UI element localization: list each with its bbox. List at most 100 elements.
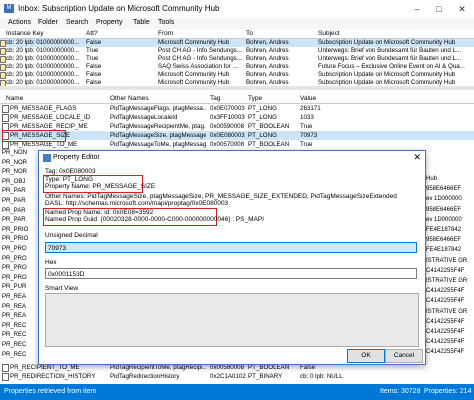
- property-name-partial: PR_PAR: [2, 188, 26, 195]
- cancel-button[interactable]: Cancel: [385, 349, 423, 363]
- property-cell-name: PR_REDIRECTION_HISTORY: [10, 373, 96, 380]
- property-editor-dialog: Property Editor ✕ Tag: 0x0E080003 Type: …: [38, 150, 426, 365]
- property-icon: [2, 364, 9, 372]
- property-name-partial: PR_REC: [2, 342, 27, 348]
- col-attachments[interactable]: Att?: [86, 30, 98, 37]
- property-name-partial: PR_NOR: [2, 159, 28, 166]
- dialog-close-icon[interactable]: ✕: [413, 152, 421, 163]
- tag-label: Tag: 0x0E080003: [45, 168, 96, 175]
- message-row[interactable]: cb: 20 lpb: 01000000000... False SAQ Swiss…: [0, 63, 474, 71]
- property-name-label: Property Name: PR_MESSAGE_SIZE: [45, 183, 156, 190]
- property-value-partial: FE4E187842: [426, 227, 462, 233]
- property-row[interactable]: PR_MESSAGE_LOCALE_ID PidTagMessageLocaleI…: [0, 113, 474, 122]
- status-text: Properties retrieved from item: [4, 388, 97, 395]
- unsigned-decimal-label: Unsigned Decimal: [45, 232, 98, 239]
- window-title: Inbox: Subscription Update on Microsoft …: [18, 4, 220, 13]
- col-from[interactable]: From: [158, 30, 173, 37]
- dialog-icon: [43, 154, 51, 162]
- property-cell-tag: 0x00590008: [210, 123, 245, 130]
- property-value-partial: C4142255F4F: [426, 329, 465, 335]
- smart-view-label: Smart View: [45, 285, 79, 292]
- message-cell-att: False: [86, 79, 102, 86]
- property-value-partial: FE4E187842: [426, 247, 462, 254]
- message-cell-to: Bohren, Andres: [246, 63, 289, 70]
- col-name[interactable]: Name: [6, 95, 23, 102]
- property-cell-value: 1033: [300, 114, 314, 121]
- property-row[interactable]: PR_MESSAGE_SIZE PidTagMessageSize, ptagMe…: [0, 131, 474, 140]
- col-other-names[interactable]: Other Names: [110, 95, 149, 102]
- maximize-icon[interactable]: □: [428, 0, 450, 18]
- close-icon[interactable]: ✕: [451, 0, 473, 18]
- menu-search[interactable]: Search: [66, 19, 88, 26]
- message-cell-to: Bohren, Andres: [246, 55, 289, 62]
- col-instance-key[interactable]: Instance Key: [6, 30, 44, 37]
- property-name-partial: PR_REC: [2, 351, 27, 358]
- message-cell-key: cb: 20 lpb: 01000000000...: [6, 63, 80, 70]
- col-value[interactable]: Value: [300, 95, 316, 102]
- property-value-partial: C4142255F4F: [426, 298, 465, 305]
- messages-list: cb: 20 lpb: 01000000000... False Microsoft…: [0, 39, 474, 87]
- property-cell-other: PidTagMessageSize, ptagMessage...: [110, 132, 206, 139]
- message-cell-from: Post CH AG - Info Sendungs...: [158, 47, 242, 54]
- property-icon: [2, 105, 9, 113]
- message-cell-att: False: [86, 71, 102, 78]
- message-cell-key: cb: 20 lpb: 01000000000...: [6, 55, 80, 62]
- envelope-icon: [0, 64, 6, 71]
- property-value-partial: 958E6466EF: [426, 206, 462, 213]
- minimize-icon[interactable]: –: [406, 0, 428, 18]
- message-cell-att: False: [86, 63, 102, 70]
- property-row[interactable]: PR_MESSAGE_FLAGS PidTagMessageFlags, ptag…: [0, 104, 474, 113]
- property-name-partial: PR_PRO: [2, 274, 27, 281]
- message-cell-subject: Subscription Update on Microsoft Communi…: [318, 79, 456, 86]
- menu-actions[interactable]: Actions: [8, 19, 31, 26]
- menu-tools[interactable]: Tools: [158, 19, 174, 26]
- property-row[interactable]: PR_MESSAGE_RECIP_ME PidTagMessageRecipien…: [0, 122, 474, 131]
- col-subject[interactable]: Subject: [318, 30, 340, 37]
- hex-input[interactable]: 0x0001153D: [45, 268, 417, 279]
- property-cell-other: PidTagRecipientToMe, ptagRecipi...: [110, 364, 206, 371]
- col-tag[interactable]: Tag: [210, 95, 220, 102]
- property-value-partial: C4142255F4F: [426, 318, 465, 325]
- menu-table[interactable]: Table: [133, 19, 150, 26]
- property-row[interactable]: PR_MESSAGE_TO_ME PidTagMessageToMe, ptagM…: [0, 140, 474, 149]
- message-cell-att: False: [86, 39, 102, 46]
- property-row[interactable]: PR_REDIRECTION_HISTORY PidTagRedirectionH…: [0, 372, 474, 381]
- message-cell-to: Bohren, Andres: [246, 39, 289, 46]
- property-cell-value: True: [300, 123, 313, 130]
- message-cell-subject: Subscription Update on Microsoft Communi…: [318, 39, 456, 46]
- property-value-partial: 958E6466EF: [426, 186, 462, 193]
- envelope-icon: [0, 40, 6, 47]
- message-row[interactable]: cb: 20 lpb: 01000000000... True Post CH AG…: [0, 47, 474, 55]
- property-name-partial: PR_REA: [2, 294, 27, 300]
- menu-folder[interactable]: Folder: [38, 19, 58, 26]
- envelope-icon: [0, 48, 6, 55]
- property-value-partial: C4142255F4F: [426, 349, 465, 356]
- property-name-partial: PR_PRIO: [2, 236, 29, 243]
- message-cell-key: cb: 20 lpb: 01000000000...: [6, 39, 80, 46]
- property-cell-name: PR_MESSAGE_RECIP_ME: [10, 123, 88, 130]
- property-icon: [2, 373, 9, 381]
- named-prop-guid-label: Named Prop Guid: {00020328-0000-0000-C00…: [45, 216, 264, 223]
- col-to[interactable]: To: [246, 30, 253, 37]
- message-row[interactable]: cb: 20 lpb: 01000000000... True Post CH AG…: [0, 55, 474, 63]
- property-cell-type: PT_BOOLEAN: [248, 123, 290, 130]
- messages-header: Instance Key Att? From To Subject: [0, 29, 474, 39]
- type-label: Type: PT_LONG: [45, 176, 94, 183]
- col-type[interactable]: Type: [248, 95, 262, 102]
- property-icon: [2, 141, 9, 149]
- menu-property[interactable]: Property: [96, 19, 122, 26]
- ok-button[interactable]: OK: [347, 349, 385, 363]
- property-cell-value: 70973: [300, 132, 318, 139]
- unsigned-decimal-input[interactable]: 70973: [45, 242, 417, 253]
- property-cell-name: PR_RECIPIENT_TO_ME: [10, 364, 80, 371]
- property-value-partial: 958E6466EF: [426, 237, 462, 244]
- message-row[interactable]: cb: 20 lpb: 01000000000... False Microsoft…: [0, 39, 474, 47]
- property-name-partial: PR_PAR: [2, 217, 26, 224]
- message-cell-key: cb: 20 lpb: 01000000000...: [6, 47, 80, 54]
- envelope-icon: [0, 56, 6, 63]
- message-cell-to: Bohren, Andres: [246, 47, 289, 54]
- property-value-partial: ISTRATIVE GR: [426, 257, 468, 264]
- property-name-partial: PR_PRIO: [2, 226, 29, 233]
- properties-header: Name Other Names Tag Type Value: [0, 94, 474, 104]
- message-row[interactable]: cb: 20 lpb: 01000000000... False Microsoft…: [0, 71, 474, 79]
